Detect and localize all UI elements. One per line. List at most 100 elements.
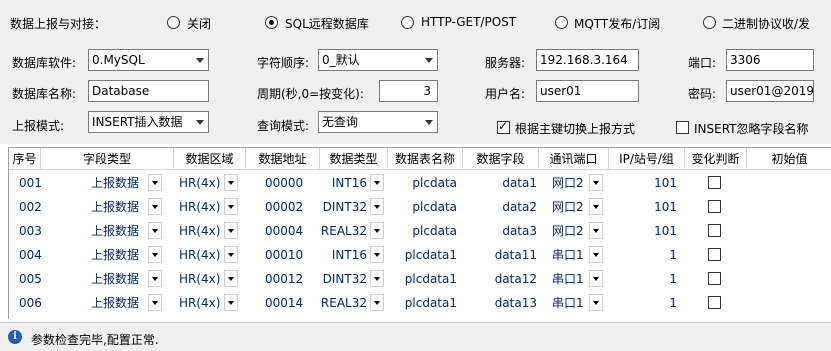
chevron-down-icon[interactable]	[148, 294, 162, 311]
cell-ip-station[interactable]: 101	[654, 195, 677, 219]
period-input[interactable]: 3	[379, 80, 438, 102]
table-row[interactable]: 006 上报数据 HR(4x) 00014 REAL32 plcdata1 data13 串口…	[9, 291, 831, 315]
cell-comm-port[interactable]: 串口1	[552, 267, 584, 291]
chevron-down-icon[interactable]	[589, 294, 603, 311]
report-mode-select[interactable]: INSERT插入数据	[88, 111, 209, 133]
cell-address[interactable]: 00010	[265, 243, 303, 267]
cell-comm-port[interactable]: 网口2	[552, 219, 584, 243]
cell-data-field[interactable]: data13	[495, 291, 537, 315]
cell-address[interactable]: 00004	[265, 219, 303, 243]
radio-binary-label[interactable]: 二进制协议收/发	[722, 15, 810, 32]
change-check-checkbox[interactable]	[708, 248, 721, 261]
chevron-down-icon[interactable]	[589, 174, 603, 191]
cell-area[interactable]: HR(4x)	[179, 195, 220, 219]
cell-area[interactable]: HR(4x)	[179, 171, 220, 195]
cell-address[interactable]: 00014	[265, 291, 303, 315]
cell-table-name[interactable]: plcdata	[412, 195, 457, 219]
cell-data-field[interactable]: data1	[502, 171, 537, 195]
chevron-down-icon[interactable]	[370, 222, 384, 239]
cell-table-name[interactable]: plcdata	[412, 171, 457, 195]
cell-data-type[interactable]: INT16	[332, 243, 367, 267]
table-row[interactable]: 003 上报数据 HR(4x) 00004 REAL32 plcdata data3 网口2 1…	[9, 219, 831, 243]
cell-field-type[interactable]: 上报数据	[91, 267, 139, 291]
cell-data-field[interactable]: data3	[502, 219, 537, 243]
table-row[interactable]: 005 上报数据 HR(4x) 00012 DINT32 plcdata1 data12 串口…	[9, 267, 831, 291]
radio-binary[interactable]	[703, 16, 716, 29]
cell-data-type[interactable]: INT16	[332, 171, 367, 195]
cell-data-field[interactable]: data11	[495, 243, 537, 267]
cell-address[interactable]: 00002	[265, 195, 303, 219]
chevron-down-icon[interactable]	[370, 246, 384, 263]
cell-table-name[interactable]: plcdata1	[405, 243, 457, 267]
radio-close-label[interactable]: 关闭	[187, 15, 211, 32]
password-input[interactable]: user01@2019(	[726, 80, 814, 102]
db-name-input[interactable]: Database	[88, 80, 209, 102]
char-order-select[interactable]: 0_默认	[318, 49, 438, 71]
insert-ignore-checkbox[interactable]	[676, 121, 689, 134]
chevron-down-icon[interactable]	[224, 198, 238, 215]
cell-area[interactable]: HR(4x)	[179, 243, 220, 267]
switch-by-key-checkbox[interactable]	[497, 119, 510, 134]
cell-area[interactable]: HR(4x)	[179, 219, 220, 243]
cell-field-type[interactable]: 上报数据	[91, 291, 139, 315]
cell-data-type[interactable]: DINT32	[323, 267, 367, 291]
radio-sql[interactable]	[265, 16, 278, 29]
chevron-down-icon[interactable]	[224, 270, 238, 287]
cell-ip-station[interactable]: 101	[654, 171, 677, 195]
chevron-down-icon[interactable]	[224, 174, 238, 191]
cell-ip-station[interactable]: 101	[654, 219, 677, 243]
cell-table-name[interactable]: plcdata1	[405, 291, 457, 315]
cell-address[interactable]: 00000	[265, 171, 303, 195]
radio-mqtt[interactable]	[555, 16, 568, 29]
username-input[interactable]: user01	[536, 80, 639, 102]
db-software-select[interactable]: 0.MySQL	[88, 49, 209, 71]
cell-comm-port[interactable]: 串口1	[552, 291, 584, 315]
cell-field-type[interactable]: 上报数据	[91, 243, 139, 267]
cell-data-type[interactable]: REAL32	[321, 291, 367, 315]
change-check-checkbox[interactable]	[708, 272, 721, 285]
cell-area[interactable]: HR(4x)	[179, 291, 220, 315]
chevron-down-icon[interactable]	[148, 198, 162, 215]
chevron-down-icon[interactable]	[148, 270, 162, 287]
cell-data-type[interactable]: DINT32	[323, 195, 367, 219]
chevron-down-icon[interactable]	[370, 270, 384, 287]
radio-sql-label[interactable]: SQL远程数据库	[285, 15, 369, 32]
radio-mqtt-label[interactable]: MQTT发布/订阅	[574, 15, 660, 32]
chevron-down-icon[interactable]	[589, 198, 603, 215]
table-row[interactable]: 004 上报数据 HR(4x) 00010 INT16 plcdata1 data11 串口1…	[9, 243, 831, 267]
change-check-checkbox[interactable]	[708, 224, 721, 237]
insert-ignore-label[interactable]: INSERT忽略字段名称	[694, 120, 809, 137]
chevron-down-icon[interactable]	[589, 222, 603, 239]
port-input[interactable]: 3306	[726, 49, 814, 71]
cell-data-field[interactable]: data2	[502, 195, 537, 219]
chevron-down-icon[interactable]	[148, 246, 162, 263]
radio-http-label[interactable]: HTTP-GET/POST	[421, 15, 516, 29]
cell-address[interactable]: 00012	[265, 267, 303, 291]
cell-field-type[interactable]: 上报数据	[91, 195, 139, 219]
cell-ip-station[interactable]: 1	[669, 291, 677, 315]
change-check-checkbox[interactable]	[708, 200, 721, 213]
table-row[interactable]: 001 上报数据 HR(4x) 00000 INT16 plcdata data1 网口2 10…	[9, 171, 831, 195]
chevron-down-icon[interactable]	[370, 174, 384, 191]
cell-ip-station[interactable]: 1	[669, 267, 677, 291]
cell-area[interactable]: HR(4x)	[179, 267, 220, 291]
chevron-down-icon[interactable]	[148, 222, 162, 239]
chevron-down-icon[interactable]	[224, 222, 238, 239]
cell-data-type[interactable]: REAL32	[321, 219, 367, 243]
chevron-down-icon[interactable]	[224, 294, 238, 311]
radio-close[interactable]	[167, 16, 180, 29]
cell-field-type[interactable]: 上报数据	[91, 171, 139, 195]
cell-comm-port[interactable]: 网口2	[552, 171, 584, 195]
chevron-down-icon[interactable]	[370, 294, 384, 311]
cell-ip-station[interactable]: 1	[669, 243, 677, 267]
change-check-checkbox[interactable]	[708, 296, 721, 309]
switch-by-key-label[interactable]: 根据主键切换上报方式	[515, 120, 635, 137]
cell-comm-port[interactable]: 串口1	[552, 243, 584, 267]
chevron-down-icon[interactable]	[370, 198, 384, 215]
cell-table-name[interactable]: plcdata1	[405, 267, 457, 291]
chevron-down-icon[interactable]	[148, 174, 162, 191]
server-input[interactable]: 192.168.3.164	[536, 49, 639, 71]
chevron-down-icon[interactable]	[589, 270, 603, 287]
chevron-down-icon[interactable]	[589, 246, 603, 263]
cell-comm-port[interactable]: 网口2	[552, 195, 584, 219]
